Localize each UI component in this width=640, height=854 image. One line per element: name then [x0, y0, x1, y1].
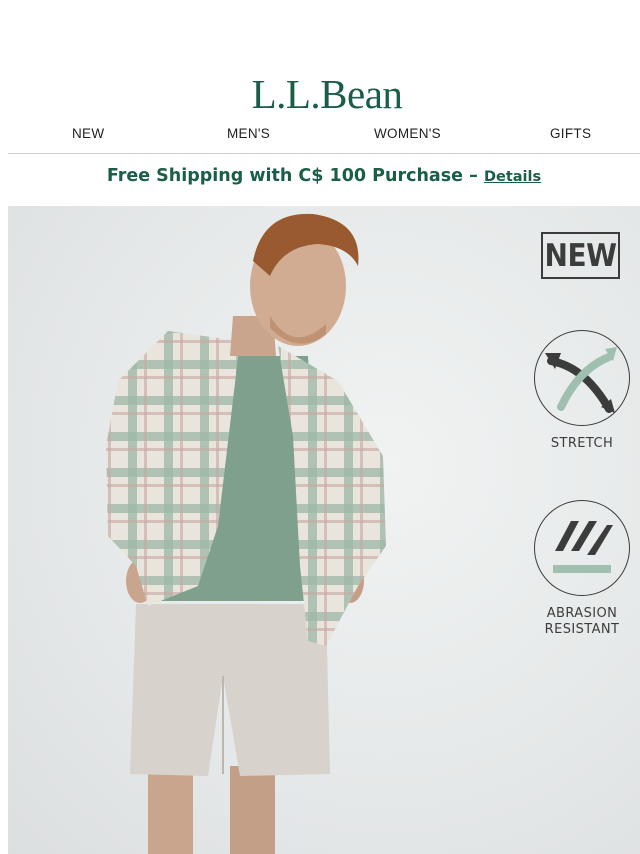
- shipping-banner: Free Shipping with C$ 100 Purchase – Det…: [8, 166, 640, 186]
- abrasion-icon: [534, 500, 630, 596]
- nav-item-new[interactable]: NEW: [72, 126, 104, 141]
- nav-item-gifts[interactable]: GIFTS: [550, 126, 591, 141]
- nav-item-womens[interactable]: WOMEN'S: [374, 126, 441, 141]
- abrasion-label-line2: RESISTANT: [544, 622, 620, 637]
- new-badge-label: NEW: [544, 237, 617, 274]
- stretch-label: STRETCH: [550, 436, 614, 451]
- abrasion-label-line1: ABRASION: [546, 606, 618, 621]
- brand-logo[interactable]: L.L.Bean: [0, 70, 640, 118]
- nav-item-mens[interactable]: MEN'S: [227, 126, 270, 141]
- hero-image[interactable]: NEW STRETCH ABRASION RESISTANT: [8, 206, 640, 854]
- new-badge: NEW: [541, 232, 620, 279]
- shipping-text: Free Shipping with C$ 100 Purchase –: [106, 166, 478, 186]
- stretch-icon: [534, 330, 630, 426]
- details-link[interactable]: Details: [484, 169, 541, 185]
- main-nav: NEW MEN'S WOMEN'S GIFTS: [8, 118, 640, 154]
- abrasion-label: ABRASION RESISTANT: [522, 606, 640, 638]
